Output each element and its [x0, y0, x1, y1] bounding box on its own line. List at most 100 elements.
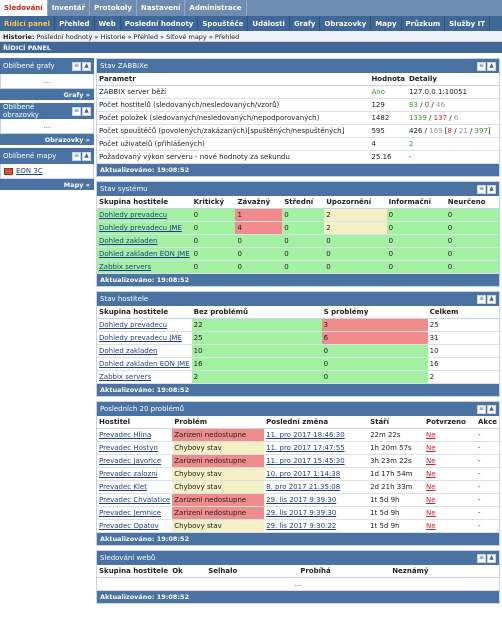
graphs-link[interactable]: Grafy »: [0, 89, 94, 100]
col-header: Akce: [476, 416, 499, 429]
subtab-triggers[interactable]: Spouštěče: [198, 16, 249, 31]
tab-monitoring[interactable]: Sledování: [0, 0, 48, 16]
last-change-cell: 29. lis 2017 9:39:30: [264, 506, 369, 520]
collapse-icon[interactable]: ▲: [487, 61, 496, 71]
host-link[interactable]: Prevadec Klet: [99, 483, 147, 491]
host-group-link[interactable]: Dohledy prevadecu: [99, 321, 167, 329]
ack-link[interactable]: Ne: [426, 509, 436, 517]
last-change-link[interactable]: 29. lis 2017 9:30:22: [266, 522, 336, 530]
last-change-link[interactable]: 10. pro 2017 1:14:38: [266, 470, 340, 478]
last-change-cell: 11. pro 2017 15:45:30: [264, 454, 369, 468]
host-group-cell: Dohled zakladen EON JME: [97, 247, 192, 261]
subtab-events[interactable]: Události: [248, 16, 290, 31]
menu-icon[interactable]: ≡: [477, 61, 486, 71]
menu-icon[interactable]: ≡: [477, 294, 486, 304]
host-group-link[interactable]: Dohled zakladen: [99, 347, 157, 355]
collapse-icon[interactable]: ▲: [82, 61, 91, 71]
last-change-link[interactable]: 11. pro 2017 17:47:55: [266, 444, 345, 452]
favourite-maps-widget: Oblíbené mapy ≡ ▲ EON 3C Mapy »: [0, 148, 94, 190]
ack-link[interactable]: Ne: [426, 457, 436, 465]
subtab-web[interactable]: Web: [95, 16, 121, 31]
tab-reports[interactable]: Protokoly: [90, 0, 137, 16]
subtab-it-services[interactable]: Služby IT: [445, 16, 491, 31]
tab-administration[interactable]: Administrace: [185, 0, 247, 16]
host-link[interactable]: Prevadec Chvalatice: [99, 496, 170, 504]
sidebar: Oblíbené grafy ≡ ▲ ... Grafy » Oblíbené o…: [0, 58, 94, 193]
subtab-graphs[interactable]: Grafy: [290, 16, 321, 31]
tab-configuration[interactable]: Nastavení: [137, 0, 186, 16]
last-change-link[interactable]: 29. lis 2017 9:39:30: [266, 496, 336, 504]
collapse-icon[interactable]: ▲: [487, 294, 496, 304]
ack-link[interactable]: Ne: [426, 496, 436, 504]
ack-link[interactable]: Ne: [426, 431, 436, 439]
host-group-link[interactable]: Dohledy prevadecu: [99, 211, 167, 219]
subtab-overview[interactable]: Přehled: [55, 16, 95, 31]
param: Požadovaný výkon serveru - nové hodnoty …: [97, 150, 370, 164]
host-group-link[interactable]: Dohledy prevadecu JME: [99, 334, 182, 342]
host-group-link[interactable]: Dohledy prevadecu JME: [99, 224, 182, 232]
ack-cell: Ne: [424, 506, 477, 520]
ack-link[interactable]: Ne: [426, 444, 436, 452]
last-problems-table: Hostitel Problém Poslední změna Stáří Po…: [97, 416, 499, 533]
host-link[interactable]: Prevadec Javorice: [99, 457, 161, 465]
last-change-link[interactable]: 11. pro 2017 15:45:30: [266, 457, 345, 465]
maps-link[interactable]: Mapy »: [0, 179, 94, 190]
host-group-link[interactable]: Zabbix servers: [99, 373, 151, 381]
menu-icon[interactable]: ≡: [72, 151, 81, 161]
collapse-icon[interactable]: ▲: [82, 151, 91, 161]
last-change-link[interactable]: 8. pro 2017 21:35:08: [266, 483, 340, 491]
table-row: Zabbix servers 0 0 0 0 0 0: [97, 260, 499, 274]
collapse-icon[interactable]: ▲: [82, 106, 91, 116]
table-row: Dohled zakladen 10 0 10: [97, 344, 499, 358]
map-link[interactable]: EON 3C: [16, 167, 43, 175]
host-group-link[interactable]: Dohled zakladen EON JME: [99, 360, 190, 368]
collapse-icon[interactable]: ▲: [487, 553, 496, 563]
total-count: 16: [427, 357, 499, 371]
host-link[interactable]: Prevadec Hlina: [99, 431, 151, 439]
last-change-link[interactable]: 11. pro 2017 18:46:30: [266, 431, 345, 439]
detail: 426 / 169 [8 / 21 / 397]: [407, 124, 499, 138]
subtab-discovery[interactable]: Průzkum: [402, 16, 446, 31]
age-cell: 1t 5d 9h: [368, 519, 425, 533]
menu-icon[interactable]: ≡: [72, 61, 81, 71]
severity-cell: 4: [235, 221, 283, 235]
subtab-screens[interactable]: Obrazovky: [320, 16, 372, 31]
widget-title: Sledování webů: [100, 554, 156, 562]
screens-link[interactable]: Obrazovky »: [0, 134, 94, 145]
host-link[interactable]: Prevadec Opatov: [99, 522, 159, 530]
ack-link[interactable]: Ne: [426, 522, 436, 530]
widget-body: ...: [0, 119, 94, 134]
collapse-icon[interactable]: ▲: [487, 404, 496, 414]
ack-link[interactable]: Ne: [426, 483, 436, 491]
value: Ano: [369, 85, 407, 99]
updated-label: Aktualizováno: 19:08:52: [97, 164, 499, 176]
host-group-link[interactable]: Dohled zakladen EON JME: [99, 250, 190, 258]
subtab-latest-data[interactable]: Poslední hodnoty: [121, 16, 199, 31]
collapse-icon[interactable]: ▲: [487, 184, 496, 194]
problem-cell: Chybovy stav: [172, 467, 265, 481]
last-change-link[interactable]: 29. lis 2017 9:39:30: [266, 509, 336, 517]
host-link[interactable]: Prevadec Hostyn: [99, 444, 158, 452]
subtab-dashboard[interactable]: Řídicí panel: [0, 16, 56, 31]
menu-icon[interactable]: ≡: [72, 106, 81, 116]
menu-icon[interactable]: ≡: [477, 184, 486, 194]
severity-cell: 0: [235, 234, 283, 248]
col-header: Hostitel: [97, 416, 173, 429]
host-link[interactable]: Prevadec zalozni: [99, 470, 158, 478]
age-cell: 3h 23m 22s: [368, 454, 425, 468]
problem-cell: Zarizeni nedostupne: [172, 493, 265, 507]
severity-cell: 2: [324, 221, 387, 235]
host-group-link[interactable]: Zabbix servers: [99, 263, 151, 271]
table-row: Prevadec Klet Chybovy stav 8. pro 2017 21:…: [97, 480, 499, 494]
last-change-cell: 29. lis 2017 9:30:22: [264, 519, 369, 533]
menu-icon[interactable]: ≡: [477, 404, 486, 414]
subtab-maps[interactable]: Mapy: [371, 16, 402, 31]
host-group-link[interactable]: Dohled zakladen: [99, 237, 157, 245]
breadcrumb-items[interactable]: Poslední hodnoty » Historie » Přehled » …: [37, 33, 240, 41]
host-link[interactable]: Prevadec Jemnice: [99, 509, 161, 517]
severity-cell: 0: [191, 221, 236, 235]
menu-icon[interactable]: ≡: [477, 553, 486, 563]
total-count: 10: [427, 344, 499, 358]
tab-inventory[interactable]: Inventář: [48, 0, 91, 16]
ack-link[interactable]: Ne: [426, 470, 436, 478]
